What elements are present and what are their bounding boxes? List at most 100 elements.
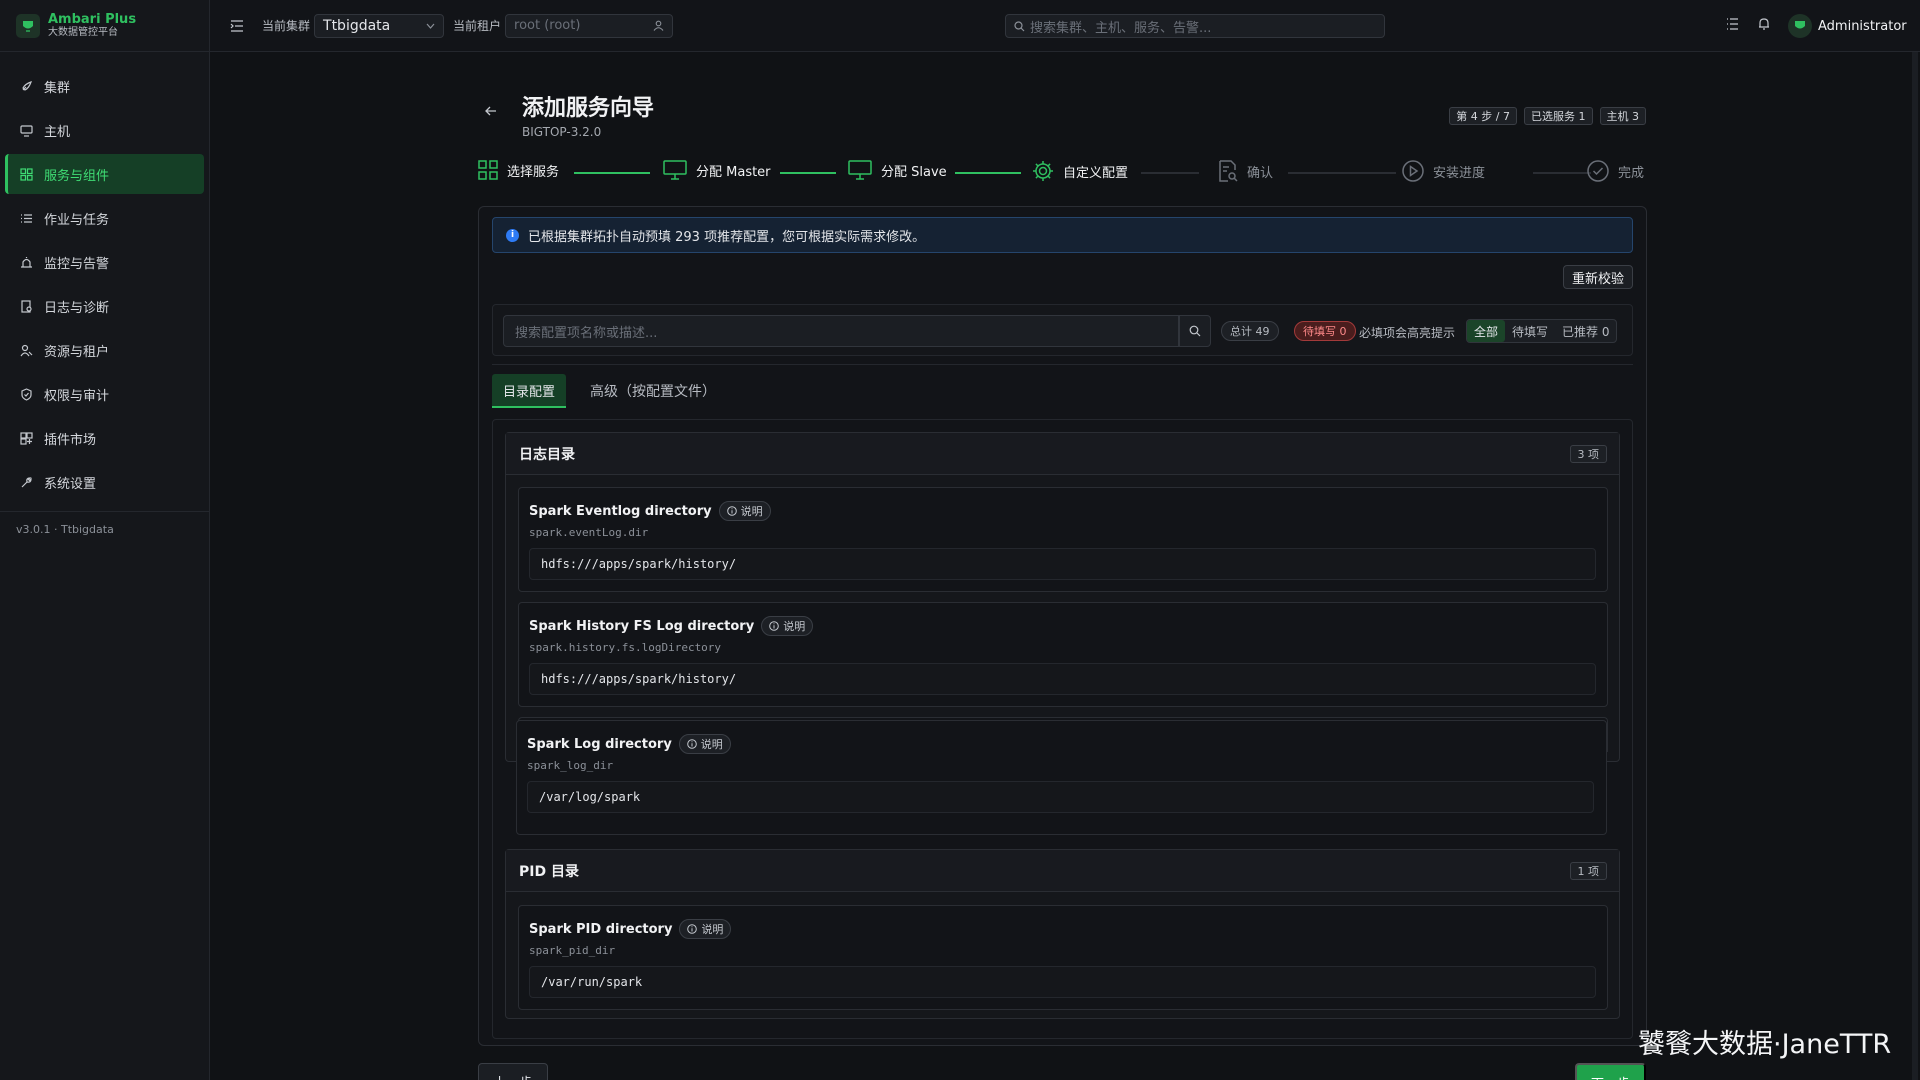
bell-icon[interactable] (1758, 17, 1770, 30)
group-log-dirs: 日志目录 3 项 Spark Eventlog directory 说明 spa… (505, 432, 1620, 762)
info-circle-icon (726, 506, 741, 516)
config-search-input[interactable]: 搜索配置项名称或描述... (503, 315, 1179, 347)
group-count-badge: 3 项 (1569, 444, 1607, 463)
step-assign-slave[interactable]: 分配 Slave (848, 160, 947, 180)
step-label: 安装进度 (1433, 165, 1486, 181)
sidebar-item-logs[interactable]: 日志与诊断 (5, 286, 204, 326)
step-connector (1288, 172, 1396, 174)
total-count-badge: 总计 49 (1221, 321, 1279, 341)
sidebar-item-cluster[interactable]: 集群 (5, 66, 204, 106)
sidebar-item-label: 权限与审计 (44, 388, 110, 404)
search-icon (1014, 20, 1030, 32)
brand-subtitle: 大数据管控平台 (48, 27, 118, 38)
brand[interactable]: Ambari Plus 大数据管控平台 (0, 0, 209, 52)
stack-version: BIGTOP-3.2.0 (522, 125, 602, 139)
brand-title: Ambari Plus (48, 12, 137, 27)
config-search-placeholder: 搜索配置项名称或描述... (515, 325, 658, 341)
shield-icon (20, 387, 44, 401)
log-icon (20, 299, 44, 313)
step-connector (780, 172, 836, 174)
cluster-label: 当前集群 (262, 19, 311, 33)
help-chip-label: 说明 (700, 738, 723, 751)
filter-pending[interactable]: 待填写 (1505, 320, 1555, 342)
step-assign-master[interactable]: 分配 Master (663, 160, 771, 180)
wizard-stepper: 选择服务 分配 Master 分配 Slave 自定义配置 确认 安装进度 完成 (478, 160, 1647, 186)
grid-icon (478, 160, 507, 180)
step-label: 自定义配置 (1063, 165, 1129, 181)
tabs-divider (492, 364, 1633, 365)
field-key: spark_log_dir (527, 759, 614, 772)
task-list-icon[interactable] (1726, 18, 1739, 30)
page-scrollbar[interactable] (1912, 52, 1918, 1080)
filter-all[interactable]: 全部 (1467, 320, 1506, 342)
sidebar-item-jobs[interactable]: 作业与任务 (5, 198, 204, 238)
global-search-input[interactable]: 搜索集群、主机、服务、告警... (1005, 14, 1385, 38)
info-banner: i 已根据集群拓扑自动预填 293 项推荐配置，您可根据实际需求修改。 (492, 217, 1633, 253)
monitor-icon (20, 124, 44, 137)
tab-directory-config[interactable]: 目录配置 (492, 374, 567, 408)
sidebar-item-label: 集群 (44, 80, 71, 96)
help-chip[interactable]: 说明 (718, 501, 771, 521)
tenant-field[interactable]: root (root) (505, 13, 674, 38)
info-circle-icon (686, 739, 701, 749)
step-customize-config[interactable]: 自定义配置 (1032, 160, 1128, 182)
back-arrow-icon[interactable] (485, 106, 497, 116)
sidebar-item-monitoring[interactable]: 监控与告警 (5, 242, 204, 282)
sidebar-item-resources[interactable]: 资源与租户 (5, 330, 204, 370)
step-select-services[interactable]: 选择服务 (478, 160, 559, 180)
config-field: Spark History FS Log directory 说明 spark.… (518, 602, 1608, 707)
cluster-select[interactable]: Ttbigdata (314, 13, 445, 38)
sidebar-item-services[interactable]: 服务与组件 (5, 154, 204, 194)
help-chip[interactable]: 说明 (679, 919, 732, 939)
group-pid-dirs: PID 目录 1 项 Spark PID directory 说明 spark_… (505, 849, 1620, 1019)
field-key: spark.history.fs.logDirectory (529, 641, 722, 654)
help-chip-label: 说明 (783, 620, 806, 633)
sidebar-item-permissions[interactable]: 权限与审计 (5, 374, 204, 414)
field-value-input[interactable]: /var/run/spark (529, 966, 1596, 998)
group-header: PID 目录 1 项 (506, 850, 1619, 892)
step-label: 分配 Master (696, 164, 771, 180)
menu-toggle-icon[interactable] (230, 19, 244, 32)
field-key: spark.eventLog.dir (529, 526, 649, 539)
field-value-input[interactable]: /var/log/spark (527, 781, 1594, 813)
step-install-progress[interactable]: 安装进度 (1402, 160, 1485, 182)
field-value-input[interactable]: hdfs:///apps/spark/history/ (529, 548, 1596, 580)
avatar (1788, 14, 1812, 38)
revalidate-button[interactable]: 重新校验 (1562, 265, 1633, 289)
prev-button[interactable]: 上一步 (478, 1063, 548, 1080)
field-label: Spark Eventlog directory (529, 503, 712, 519)
config-search-button[interactable] (1179, 315, 1211, 347)
sidebar-item-plugins[interactable]: 插件市场 (5, 418, 204, 458)
monitor-icon (663, 160, 696, 180)
list-icon (20, 212, 44, 225)
sidebar-item-label: 插件市场 (44, 432, 97, 448)
help-chip[interactable]: 说明 (761, 616, 814, 636)
step-finish[interactable]: 完成 (1587, 160, 1644, 182)
help-chip[interactable]: 说明 (678, 734, 731, 754)
step-connector (1141, 172, 1199, 174)
sidebar-item-label: 资源与租户 (44, 344, 110, 360)
next-button[interactable]: 下一步 (1575, 1063, 1646, 1080)
wrench-icon (20, 476, 44, 489)
filter-recommended[interactable]: 已推荐 0 (1555, 320, 1616, 342)
grid-icon (20, 167, 44, 181)
help-chip-label: 说明 (701, 923, 724, 936)
tab-advanced-config[interactable]: 高级（按配置文件） (579, 374, 727, 408)
group-title: 日志目录 (519, 446, 575, 463)
sidebar-item-settings[interactable]: 系统设置 (5, 462, 204, 502)
user-menu[interactable]: Administrator (1788, 14, 1907, 38)
user-name: Administrator (1818, 18, 1907, 34)
config-field: Spark Eventlog directory 说明 spark.eventL… (518, 487, 1608, 592)
sidebar-item-hosts[interactable]: 主机 (5, 110, 204, 150)
tenant-field-value: root (root) (514, 18, 581, 33)
field-value-input[interactable]: hdfs:///apps/spark/history/ (529, 663, 1596, 695)
brand-logo-icon (16, 13, 40, 38)
sidebar-item-label: 日志与诊断 (44, 300, 110, 316)
info-circle-icon (769, 621, 783, 631)
step-label: 确认 (1247, 165, 1274, 181)
sidebar-item-label: 服务与组件 (44, 168, 110, 184)
required-hint: 必填项会高亮提示 (1359, 326, 1456, 340)
filter-toolbar: 搜索配置项名称或描述... 总计 49 待填写 0 必填项会高亮提示 全部 待填… (492, 304, 1633, 356)
users-icon (20, 344, 44, 357)
step-confirm[interactable]: 确认 (1218, 160, 1273, 182)
